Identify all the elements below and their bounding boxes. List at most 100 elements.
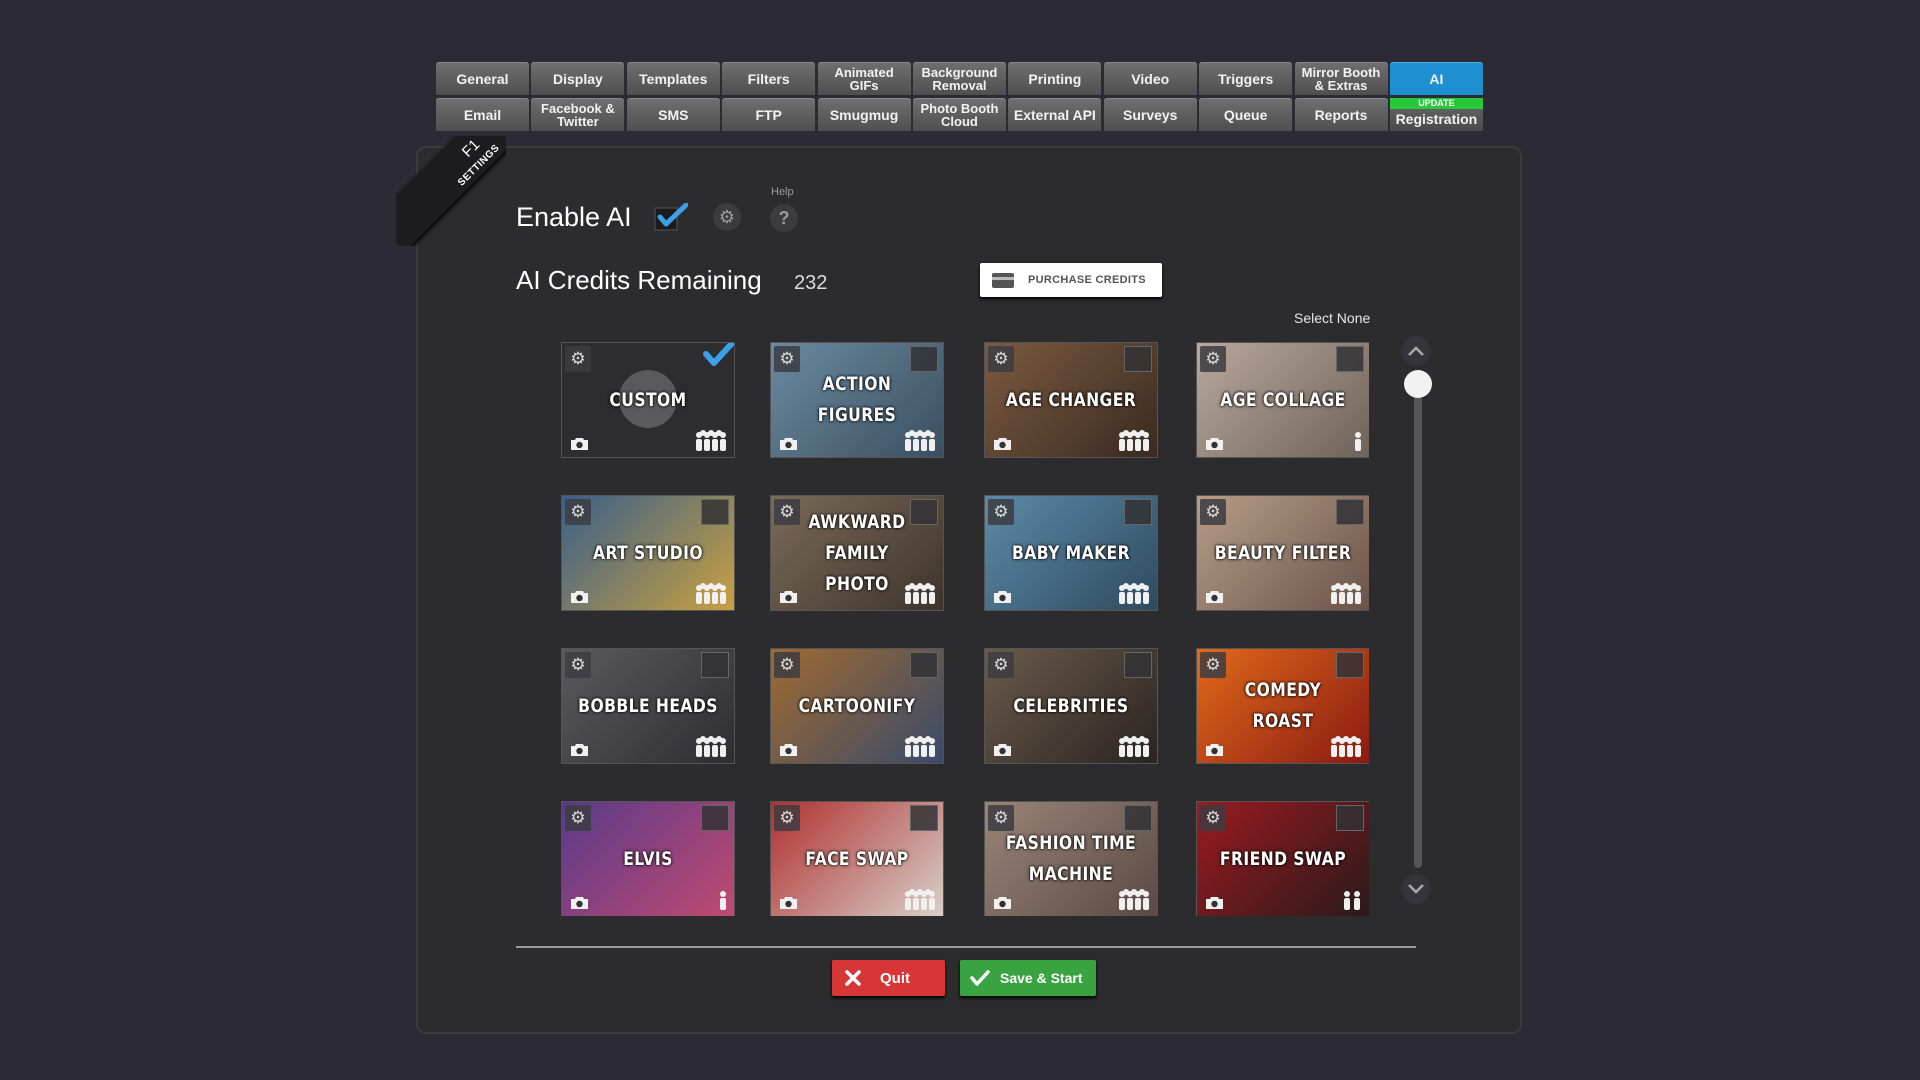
effect-checkbox[interactable] bbox=[701, 805, 729, 831]
effect-settings-gear-icon[interactable]: ⚙ bbox=[988, 805, 1014, 831]
effect-settings-gear-icon[interactable]: ⚙ bbox=[1200, 652, 1226, 678]
tab-queue[interactable]: Queue bbox=[1199, 98, 1293, 131]
tab-label: Email bbox=[463, 106, 502, 123]
effect-settings-gear-icon[interactable]: ⚙ bbox=[565, 805, 591, 831]
tab-email[interactable]: Email bbox=[436, 98, 529, 131]
effect-checkbox[interactable] bbox=[910, 652, 938, 678]
tab-templates[interactable]: Templates bbox=[626, 62, 720, 95]
effect-card-cartoonify[interactable]: CARTOONIFY ⚙ bbox=[770, 648, 944, 764]
select-none-link[interactable]: Select None bbox=[1294, 310, 1370, 326]
credit-card-icon bbox=[992, 272, 1014, 288]
tab-video[interactable]: Video bbox=[1103, 62, 1197, 95]
effect-settings-gear-icon[interactable]: ⚙ bbox=[1200, 346, 1226, 372]
effect-checkbox[interactable] bbox=[1336, 652, 1364, 678]
tab-smugmug[interactable]: Smugmug bbox=[817, 98, 911, 131]
credits-value: 232 bbox=[794, 272, 828, 294]
camera-icon bbox=[993, 743, 1012, 757]
tab-sms[interactable]: SMS bbox=[626, 98, 720, 131]
tab-label: Background Removal bbox=[921, 64, 998, 93]
ai-settings-gear-icon[interactable]: ⚙ bbox=[713, 203, 741, 231]
effect-card-friend-swap[interactable]: FRIEND SWAP ⚙ bbox=[1196, 801, 1369, 916]
scroll-down-icon[interactable] bbox=[1401, 874, 1431, 904]
effect-checkbox[interactable] bbox=[1124, 805, 1152, 831]
tab-external-api[interactable]: External API bbox=[1008, 98, 1102, 131]
camera-icon bbox=[1205, 743, 1224, 757]
effect-checkbox[interactable] bbox=[1124, 652, 1152, 678]
quit-button[interactable]: Quit bbox=[832, 960, 945, 996]
effect-checkbox[interactable] bbox=[1336, 499, 1364, 525]
tab-animated-gifs[interactable]: Animated GIFs bbox=[817, 62, 911, 95]
scrollbar-thumb[interactable] bbox=[1404, 370, 1432, 398]
tab-mirror-booth-extras[interactable]: Mirror Booth & Extras bbox=[1294, 62, 1388, 95]
effect-checkbox[interactable] bbox=[701, 652, 729, 678]
help-label: Help bbox=[771, 186, 794, 198]
effect-card-beauty-filter[interactable]: BEAUTY FILTER ⚙ bbox=[1196, 495, 1369, 611]
effect-checkbox[interactable] bbox=[1336, 346, 1364, 372]
group-icon bbox=[1117, 430, 1151, 452]
tab-ai[interactable]: AI bbox=[1389, 62, 1483, 95]
effect-checkbox[interactable] bbox=[1124, 346, 1152, 372]
effect-settings-gear-icon[interactable]: ⚙ bbox=[565, 346, 591, 372]
effect-checkbox[interactable] bbox=[910, 346, 938, 372]
effect-settings-gear-icon[interactable]: ⚙ bbox=[774, 499, 800, 525]
effect-checkbox[interactable] bbox=[1124, 499, 1152, 525]
effect-settings-gear-icon[interactable]: ⚙ bbox=[988, 346, 1014, 372]
tab-label: Display bbox=[552, 70, 603, 87]
save-and-start-label: Save & Start bbox=[1000, 970, 1083, 986]
tab-photo-booth-cloud[interactable]: Photo Booth Cloud bbox=[912, 98, 1006, 131]
effect-card-comedy-roast[interactable]: COMEDY ROAST ⚙ bbox=[1196, 648, 1369, 764]
tab-background-removal[interactable]: Background Removal bbox=[912, 62, 1006, 95]
effect-settings-gear-icon[interactable]: ⚙ bbox=[565, 652, 591, 678]
effect-checkbox[interactable] bbox=[910, 499, 938, 525]
help-icon[interactable]: ? bbox=[770, 204, 798, 232]
effect-checkbox[interactable] bbox=[1336, 805, 1364, 831]
camera-icon bbox=[570, 437, 589, 451]
tab-label: General bbox=[456, 70, 509, 87]
tab-reports[interactable]: Reports bbox=[1294, 98, 1388, 131]
tab-surveys[interactable]: Surveys bbox=[1103, 98, 1197, 131]
enable-ai-checkbox[interactable] bbox=[654, 203, 688, 231]
tab-label: AI bbox=[1429, 70, 1444, 87]
effect-checkbox[interactable] bbox=[910, 805, 938, 831]
effect-card-baby-maker[interactable]: BABY MAKER ⚙ bbox=[984, 495, 1158, 611]
tab-triggers[interactable]: Triggers bbox=[1199, 62, 1293, 95]
tab-display[interactable]: Display bbox=[531, 62, 625, 95]
effect-settings-gear-icon[interactable]: ⚙ bbox=[774, 805, 800, 831]
effect-settings-gear-icon[interactable]: ⚙ bbox=[1200, 805, 1226, 831]
effect-checkbox-checked[interactable] bbox=[700, 343, 734, 369]
tab-general[interactable]: General bbox=[436, 62, 529, 95]
effect-settings-gear-icon[interactable]: ⚙ bbox=[774, 346, 800, 372]
group-icon bbox=[1117, 583, 1151, 605]
effect-settings-gear-icon[interactable]: ⚙ bbox=[565, 499, 591, 525]
effect-card-face-swap[interactable]: FACE SWAP ⚙ bbox=[770, 801, 944, 916]
effect-checkbox[interactable] bbox=[701, 499, 729, 525]
effect-card-custom[interactable]: CUSTOM ⚙ bbox=[561, 342, 735, 458]
save-and-start-button[interactable]: Save & Start bbox=[960, 960, 1096, 996]
effect-settings-gear-icon[interactable]: ⚙ bbox=[1200, 499, 1226, 525]
effect-settings-gear-icon[interactable]: ⚙ bbox=[774, 652, 800, 678]
effect-card-fashion-time-machine[interactable]: FASHION TIME MACHINE ⚙ bbox=[984, 801, 1158, 916]
tab-filters[interactable]: Filters bbox=[722, 62, 816, 95]
tab-registration[interactable]: UPDATE Registration bbox=[1389, 98, 1483, 131]
effect-settings-gear-icon[interactable]: ⚙ bbox=[988, 652, 1014, 678]
tab-printing[interactable]: Printing bbox=[1008, 62, 1102, 95]
tab-facebook-twitter[interactable]: Facebook & Twitter bbox=[531, 98, 625, 131]
tab-label: Filters bbox=[747, 70, 790, 87]
scroll-up-icon[interactable] bbox=[1401, 336, 1431, 366]
tab-ftp[interactable]: FTP bbox=[722, 98, 816, 131]
effect-settings-gear-icon[interactable]: ⚙ bbox=[988, 499, 1014, 525]
effect-card-celebrities[interactable]: CELEBRITIES ⚙ bbox=[984, 648, 1158, 764]
tab-label: External API bbox=[1013, 106, 1096, 123]
effect-card-art-studio[interactable]: ART STUDIO ⚙ bbox=[561, 495, 735, 611]
settings-ribbon: F1 SETTINGS bbox=[396, 136, 506, 246]
tab-label: Triggers bbox=[1218, 70, 1274, 87]
effect-card-awkward-family-photo[interactable]: AWKWARD FAMILY PHOTO ⚙ bbox=[770, 495, 944, 611]
effect-card-action-figures[interactable]: ACTION FIGURES ⚙ bbox=[770, 342, 944, 458]
purchase-credits-button[interactable]: PURCHASE CREDITS bbox=[980, 263, 1162, 297]
effect-card-age-changer[interactable]: AGE CHANGER ⚙ bbox=[984, 342, 1158, 458]
camera-icon bbox=[570, 743, 589, 757]
effect-card-bobble-heads[interactable]: BOBBLE HEADS ⚙ bbox=[561, 648, 735, 764]
effect-card-elvis[interactable]: ELVIS ⚙ bbox=[561, 801, 735, 916]
scrollbar-track[interactable] bbox=[1414, 370, 1422, 868]
effect-card-age-collage[interactable]: AGE COLLAGE ⚙ bbox=[1196, 342, 1369, 458]
